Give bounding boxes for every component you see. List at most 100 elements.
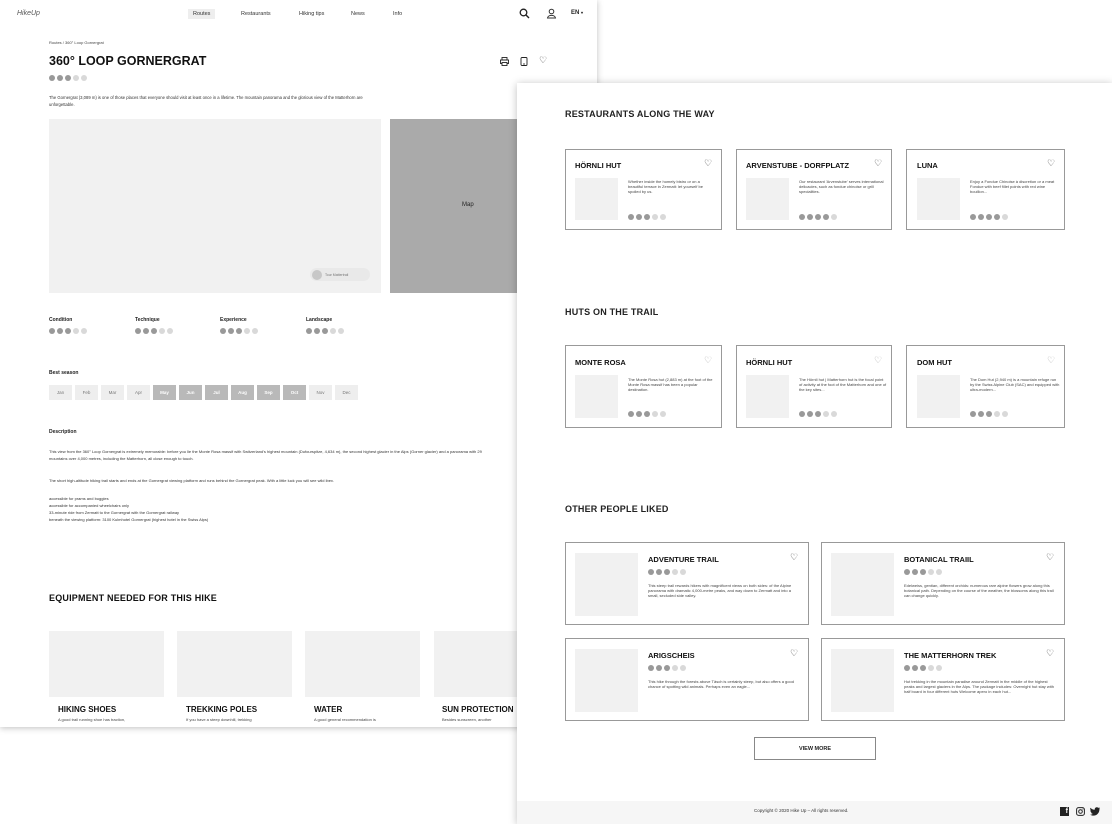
hut-card[interactable]: DOM HUT ♡ The Dom Hut (2,940 m) is a mou… <box>906 345 1065 428</box>
rating-dot <box>928 569 934 575</box>
heart-icon[interactable]: ♡ <box>704 355 712 366</box>
heart-icon[interactable]: ♡ <box>790 648 798 659</box>
heart-icon[interactable]: ♡ <box>1046 552 1054 563</box>
rating-dot <box>236 328 242 334</box>
rating-dot <box>167 328 173 334</box>
nav-info[interactable]: Info <box>393 11 402 17</box>
rating-dot <box>823 214 829 220</box>
heart-icon[interactable]: ♡ <box>1046 648 1054 659</box>
month-aug[interactable]: Aug <box>231 385 254 400</box>
month-jan[interactable]: Jan <box>49 385 72 400</box>
hut-card[interactable]: MONTE ROSA ♡ The Monte Rosa hut (2,883 m… <box>565 345 722 428</box>
card-desc: Enjoy a Fondue Chinoise à discretion or … <box>970 179 1055 194</box>
logo[interactable]: HikeUp <box>17 10 40 17</box>
equipment-name[interactable]: HIKING SHOES <box>58 705 116 714</box>
month-sep[interactable]: Sep <box>257 385 280 400</box>
card-image-placeholder <box>746 375 789 418</box>
rating-dot <box>660 411 666 417</box>
heart-icon[interactable]: ♡ <box>1047 355 1055 366</box>
month-may[interactable]: May <box>153 385 176 400</box>
liked-card[interactable]: ADVENTURE TRAIL ♡ This steep trail rewar… <box>565 542 809 625</box>
attr-label: Condition <box>49 317 73 323</box>
month-jun[interactable]: Jun <box>179 385 202 400</box>
heart-icon[interactable]: ♡ <box>1047 158 1055 169</box>
user-icon[interactable] <box>546 8 557 19</box>
facebook-icon[interactable]: f <box>1060 807 1069 816</box>
favorite-heart-icon[interactable]: ♡ <box>539 55 547 66</box>
month-oct[interactable]: Oct <box>283 385 306 400</box>
search-icon[interactable] <box>519 8 530 19</box>
month-feb[interactable]: Feb <box>75 385 98 400</box>
card-title: HÖRNLI HUT <box>746 358 793 367</box>
rating-dot <box>135 328 141 334</box>
heart-icon[interactable]: ♡ <box>874 158 882 169</box>
restaurant-card[interactable]: HÖRNLI HUT ♡ Whether inside the homely b… <box>565 149 722 230</box>
liked-card[interactable]: BOTANICAL TRAIIL ♡ Edelweiss, gentian, d… <box>821 542 1065 625</box>
instagram-icon[interactable] <box>1076 807 1085 816</box>
attr-label: Landscape <box>306 317 333 323</box>
rating-dot <box>978 411 984 417</box>
nav-restaurants[interactable]: Restaurants <box>241 11 271 17</box>
footer: Copyright © 2020 Hike Up – All rights re… <box>517 801 1112 824</box>
restaurant-card[interactable]: ARVENSTUBE - DORFPLATZ ♡ Our restaurant … <box>736 149 892 230</box>
list-item: beneath the viewing platform: 3100 Kulmh… <box>49 517 209 522</box>
heart-icon[interactable]: ♡ <box>874 355 882 366</box>
rating-dot <box>151 328 157 334</box>
route-page: HikeUp Routes Restaurants Hiking tips Ne… <box>0 0 597 727</box>
heart-icon[interactable]: ♡ <box>704 158 712 169</box>
mobile-icon[interactable] <box>520 57 528 66</box>
nav-news[interactable]: News <box>351 11 365 17</box>
card-rating <box>799 411 837 417</box>
print-icon[interactable] <box>500 57 509 66</box>
month-apr[interactable]: Apr <box>127 385 150 400</box>
map-label: Map <box>462 202 474 208</box>
tour-pill[interactable]: Tour Mattertrail <box>310 268 370 281</box>
rating-dot <box>330 328 336 334</box>
hut-card[interactable]: HÖRNLI HUT ♡ The Hörnli hut | Matterhorn… <box>736 345 892 428</box>
rating-dot <box>636 214 642 220</box>
nav-hiking-tips[interactable]: Hiking tips <box>299 11 324 17</box>
equipment-desc: A good trail running shoe has traction, <box>58 717 126 722</box>
month-jul[interactable]: Jul <box>205 385 228 400</box>
equipment-image-placeholder[interactable] <box>177 631 292 697</box>
language-selector[interactable]: EN ▾ <box>571 10 583 16</box>
rating-dot <box>912 569 918 575</box>
month-mar[interactable]: Mar <box>101 385 124 400</box>
equipment-image-placeholder[interactable] <box>49 631 164 697</box>
card-image-placeholder <box>575 553 638 616</box>
equipment-image-placeholder[interactable] <box>305 631 420 697</box>
attr-label: Technique <box>135 317 160 323</box>
card-rating <box>970 214 1008 220</box>
best-season-title: Best season <box>49 370 79 376</box>
copyright: Copyright © 2020 Hike Up – All rights re… <box>754 808 849 813</box>
rating-dot <box>831 411 837 417</box>
rating-dot <box>1002 411 1008 417</box>
tour-pill-label: Tour Mattertrail <box>325 272 349 277</box>
card-desc: This hike through the forests above Täsc… <box>648 679 794 689</box>
rating-dot <box>656 665 662 671</box>
rating-dot <box>648 665 654 671</box>
rating-dot <box>57 75 63 81</box>
liked-card[interactable]: ARIGSCHEIS ♡ This hike through the fores… <box>565 638 809 721</box>
heart-icon[interactable]: ♡ <box>790 552 798 563</box>
view-more-button[interactable]: VIEW MORE <box>754 737 876 760</box>
attr-technique: Technique <box>135 317 173 334</box>
rating-dot <box>220 328 226 334</box>
restaurant-card[interactable]: LUNA ♡ Enjoy a Fondue Chinoise à discret… <box>906 149 1065 230</box>
attr-landscape: Landscape <box>306 317 344 334</box>
card-title: MONTE ROSA <box>575 358 626 367</box>
rating-dot <box>986 411 992 417</box>
liked-card[interactable]: THE MATTERHORN TREK ♡ Hut trekking in th… <box>821 638 1065 721</box>
rating-dot <box>664 665 670 671</box>
description-paragraph: The short high-altitude hiking trail sta… <box>49 478 335 483</box>
equipment-name[interactable]: WATER <box>314 705 342 714</box>
month-nov[interactable]: Nov <box>309 385 332 400</box>
rating-dot <box>807 214 813 220</box>
breadcrumb[interactable]: Routes / 360° Loop Gornergrat <box>49 40 104 45</box>
equipment-name[interactable]: TREKKING POLES <box>186 705 257 714</box>
rating-dot <box>652 411 658 417</box>
twitter-icon[interactable] <box>1090 807 1100 816</box>
nav-routes[interactable]: Routes <box>188 9 216 19</box>
month-dec[interactable]: Dec <box>335 385 358 400</box>
equipment-name[interactable]: SUN PROTECTION <box>442 705 514 714</box>
